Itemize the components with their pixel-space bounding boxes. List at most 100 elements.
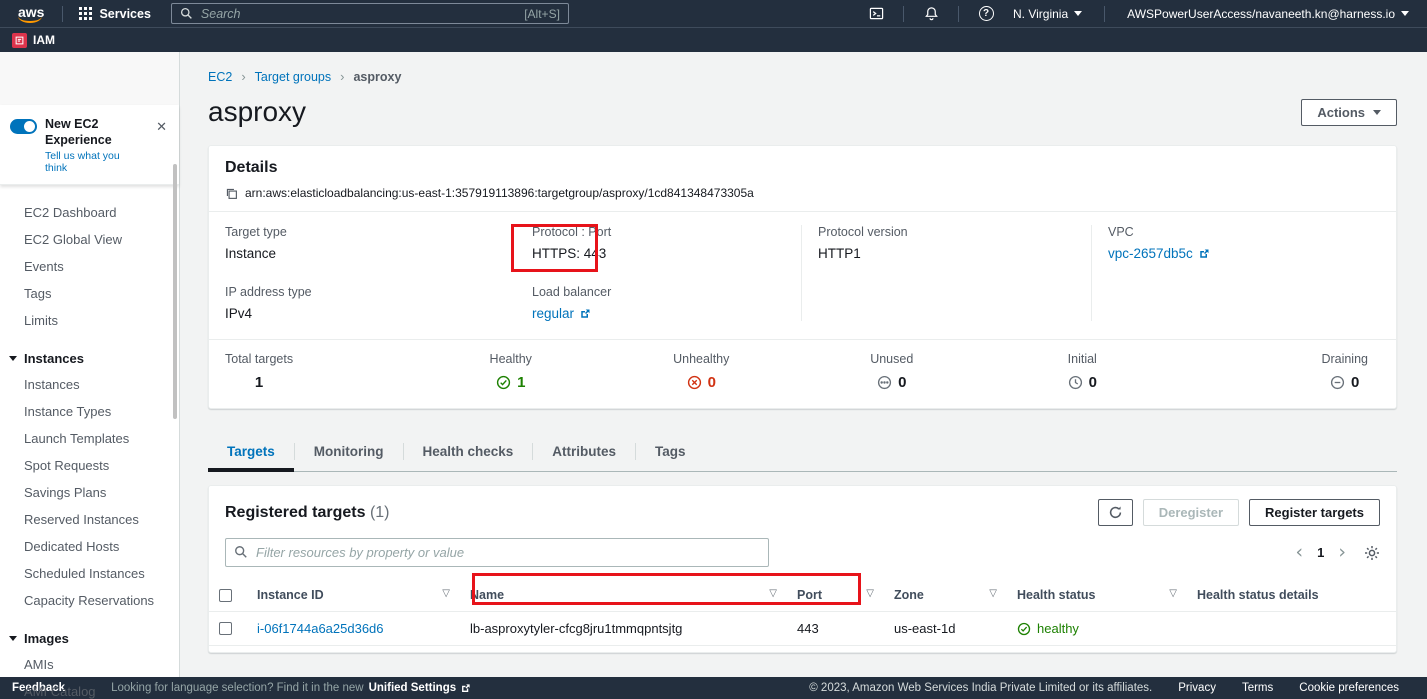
region-selector[interactable]: N. Virginia — [1005, 7, 1090, 21]
services-menu-button[interactable]: Services — [71, 7, 158, 21]
table-settings-gear-icon[interactable] — [1364, 545, 1380, 561]
initial-value: 0 — [1089, 374, 1097, 391]
new-experience-toggle[interactable] — [10, 119, 37, 134]
column-zone[interactable]: Zone▽ — [884, 579, 1007, 612]
registered-targets-panel: Registered targets (1) Deregister Regist… — [208, 485, 1397, 653]
deregister-button[interactable]: Deregister — [1143, 499, 1239, 526]
load-balancer-link[interactable]: regular — [532, 306, 785, 321]
console-footer: Feedback Looking for language selection?… — [0, 677, 1427, 699]
unified-settings-link[interactable]: Unified Settings — [369, 682, 472, 694]
sidebar-item-events[interactable]: Events — [0, 253, 179, 280]
sidebar-item-dedicated-hosts[interactable]: Dedicated Hosts — [0, 533, 179, 560]
tab-targets[interactable]: Targets — [208, 435, 294, 471]
column-name[interactable]: Name▽ — [460, 579, 787, 612]
page-title: asproxy — [208, 96, 306, 128]
row-checkbox[interactable] — [219, 622, 232, 635]
registered-targets-title: Registered targets — [225, 504, 366, 521]
details-panel: Details arn:aws:elasticloadbalancing:us-… — [208, 145, 1397, 409]
feedback-link[interactable]: Tell us what you think — [45, 150, 144, 174]
select-all-checkbox[interactable] — [219, 589, 232, 602]
target-port-cell: 443 — [787, 612, 884, 646]
sidebar-item-ec2-global-view[interactable]: EC2 Global View — [0, 226, 179, 253]
notifications-bell-icon[interactable] — [918, 3, 944, 25]
sidebar-section-images[interactable]: Images — [0, 626, 179, 651]
search-input[interactable] — [201, 7, 524, 21]
global-search-bar[interactable]: [Alt+S] — [171, 3, 569, 24]
sidebar-item-reserved-instances[interactable]: Reserved Instances — [0, 506, 179, 533]
column-health-status[interactable]: Health status▽ — [1007, 579, 1187, 612]
sidebar-item-instances[interactable]: Instances — [0, 371, 179, 398]
aws-logo-text: aws — [18, 4, 44, 20]
unhealthy-label: Unhealthy — [673, 352, 729, 366]
chevron-down-icon — [1401, 11, 1409, 16]
aws-logo[interactable]: aws — [10, 4, 54, 23]
sidebar-item-capacity-reservations[interactable]: Capacity Reservations — [0, 587, 179, 614]
tab-monitoring[interactable]: Monitoring — [295, 435, 403, 471]
favorites-bar: IAM — [0, 27, 1427, 52]
health-details-cell — [1187, 612, 1396, 646]
cloudshell-icon[interactable] — [863, 3, 889, 25]
target-type-label: Target type — [225, 225, 500, 239]
sidebar-item-launch-templates[interactable]: Launch Templates — [0, 425, 179, 452]
column-port[interactable]: Port▽ — [787, 579, 884, 612]
column-filter-icon[interactable]: ▽ — [442, 588, 450, 599]
sidebar-item-ami-catalog[interactable]: AMI Catalog — [0, 678, 179, 699]
chevron-down-icon — [1373, 110, 1381, 115]
terms-link[interactable]: Terms — [1242, 682, 1273, 694]
cookie-preferences-link[interactable]: Cookie preferences — [1299, 682, 1399, 694]
protocol-version-label: Protocol version — [818, 225, 1075, 239]
chevron-down-icon — [1074, 11, 1082, 16]
help-icon[interactable]: ? — [973, 3, 999, 25]
filter-resources-input[interactable] — [225, 538, 769, 567]
breadcrumb-ec2[interactable]: EC2 — [208, 70, 232, 84]
unused-ellipsis-circle-icon — [877, 375, 892, 390]
column-filter-icon[interactable]: ▽ — [866, 588, 874, 599]
register-targets-button[interactable]: Register targets — [1249, 499, 1380, 526]
column-instance-id[interactable]: Instance ID▽ — [247, 579, 460, 612]
previous-page-icon[interactable]: ‹ — [1296, 543, 1304, 562]
breadcrumb: EC2 › Target groups › asproxy — [208, 69, 1397, 84]
tab-tags[interactable]: Tags — [636, 435, 705, 471]
sidebar-scrollbar[interactable] — [173, 164, 177, 419]
tab-health-checks[interactable]: Health checks — [404, 435, 533, 471]
privacy-link[interactable]: Privacy — [1178, 682, 1216, 694]
sidebar-item-tags[interactable]: Tags — [0, 280, 179, 307]
sidebar-item-amis[interactable]: AMIs — [0, 651, 179, 678]
account-menu[interactable]: AWSPowerUserAccess/navaneeth.kn@harness.… — [1119, 7, 1417, 21]
sidebar-item-ec2-dashboard[interactable]: EC2 Dashboard — [0, 199, 179, 226]
divider — [62, 6, 63, 22]
unhealthy-x-circle-icon — [687, 375, 702, 390]
external-link-icon — [460, 683, 471, 694]
initial-clock-icon — [1068, 375, 1083, 390]
divider — [903, 6, 904, 22]
sidebar-section-instances[interactable]: Instances — [0, 346, 179, 371]
actions-button[interactable]: Actions — [1301, 99, 1397, 126]
target-health-cell: healthy — [1007, 612, 1187, 646]
breadcrumb-separator: › — [241, 69, 245, 84]
sidebar-item-instance-types[interactable]: Instance Types — [0, 398, 179, 425]
favorite-iam-link[interactable]: IAM — [12, 33, 55, 48]
column-filter-icon[interactable]: ▽ — [989, 588, 997, 599]
column-filter-icon[interactable]: ▽ — [769, 588, 777, 599]
instance-id-link[interactable]: i-06f1744a6a25d36d6 — [257, 621, 384, 636]
sidebar-spacer — [0, 52, 179, 105]
pagination: ‹ 1 › — [1296, 543, 1380, 562]
target-health-summary: Total targets 1 Healthy 1 — [209, 339, 1396, 408]
next-page-icon[interactable]: › — [1338, 543, 1346, 562]
sidebar-item-spot-requests[interactable]: Spot Requests — [0, 452, 179, 479]
vpc-link[interactable]: vpc-2657db5c — [1108, 246, 1380, 261]
copy-icon[interactable] — [225, 187, 238, 200]
protocol-version-value: HTTP1 — [818, 246, 1075, 261]
divider — [958, 6, 959, 22]
current-page-number[interactable]: 1 — [1317, 545, 1324, 560]
sidebar-item-scheduled-instances[interactable]: Scheduled Instances — [0, 560, 179, 587]
refresh-button[interactable] — [1098, 499, 1133, 526]
column-filter-icon[interactable]: ▽ — [1169, 588, 1177, 599]
total-targets-label: Total targets — [225, 352, 293, 366]
sidebar-item-savings-plans[interactable]: Savings Plans — [0, 479, 179, 506]
tab-attributes[interactable]: Attributes — [533, 435, 635, 471]
ip-address-type-value: IPv4 — [225, 306, 500, 321]
breadcrumb-target-groups[interactable]: Target groups — [255, 70, 331, 84]
sidebar-item-limits[interactable]: Limits — [0, 307, 179, 334]
close-icon[interactable]: ✕ — [152, 117, 171, 137]
